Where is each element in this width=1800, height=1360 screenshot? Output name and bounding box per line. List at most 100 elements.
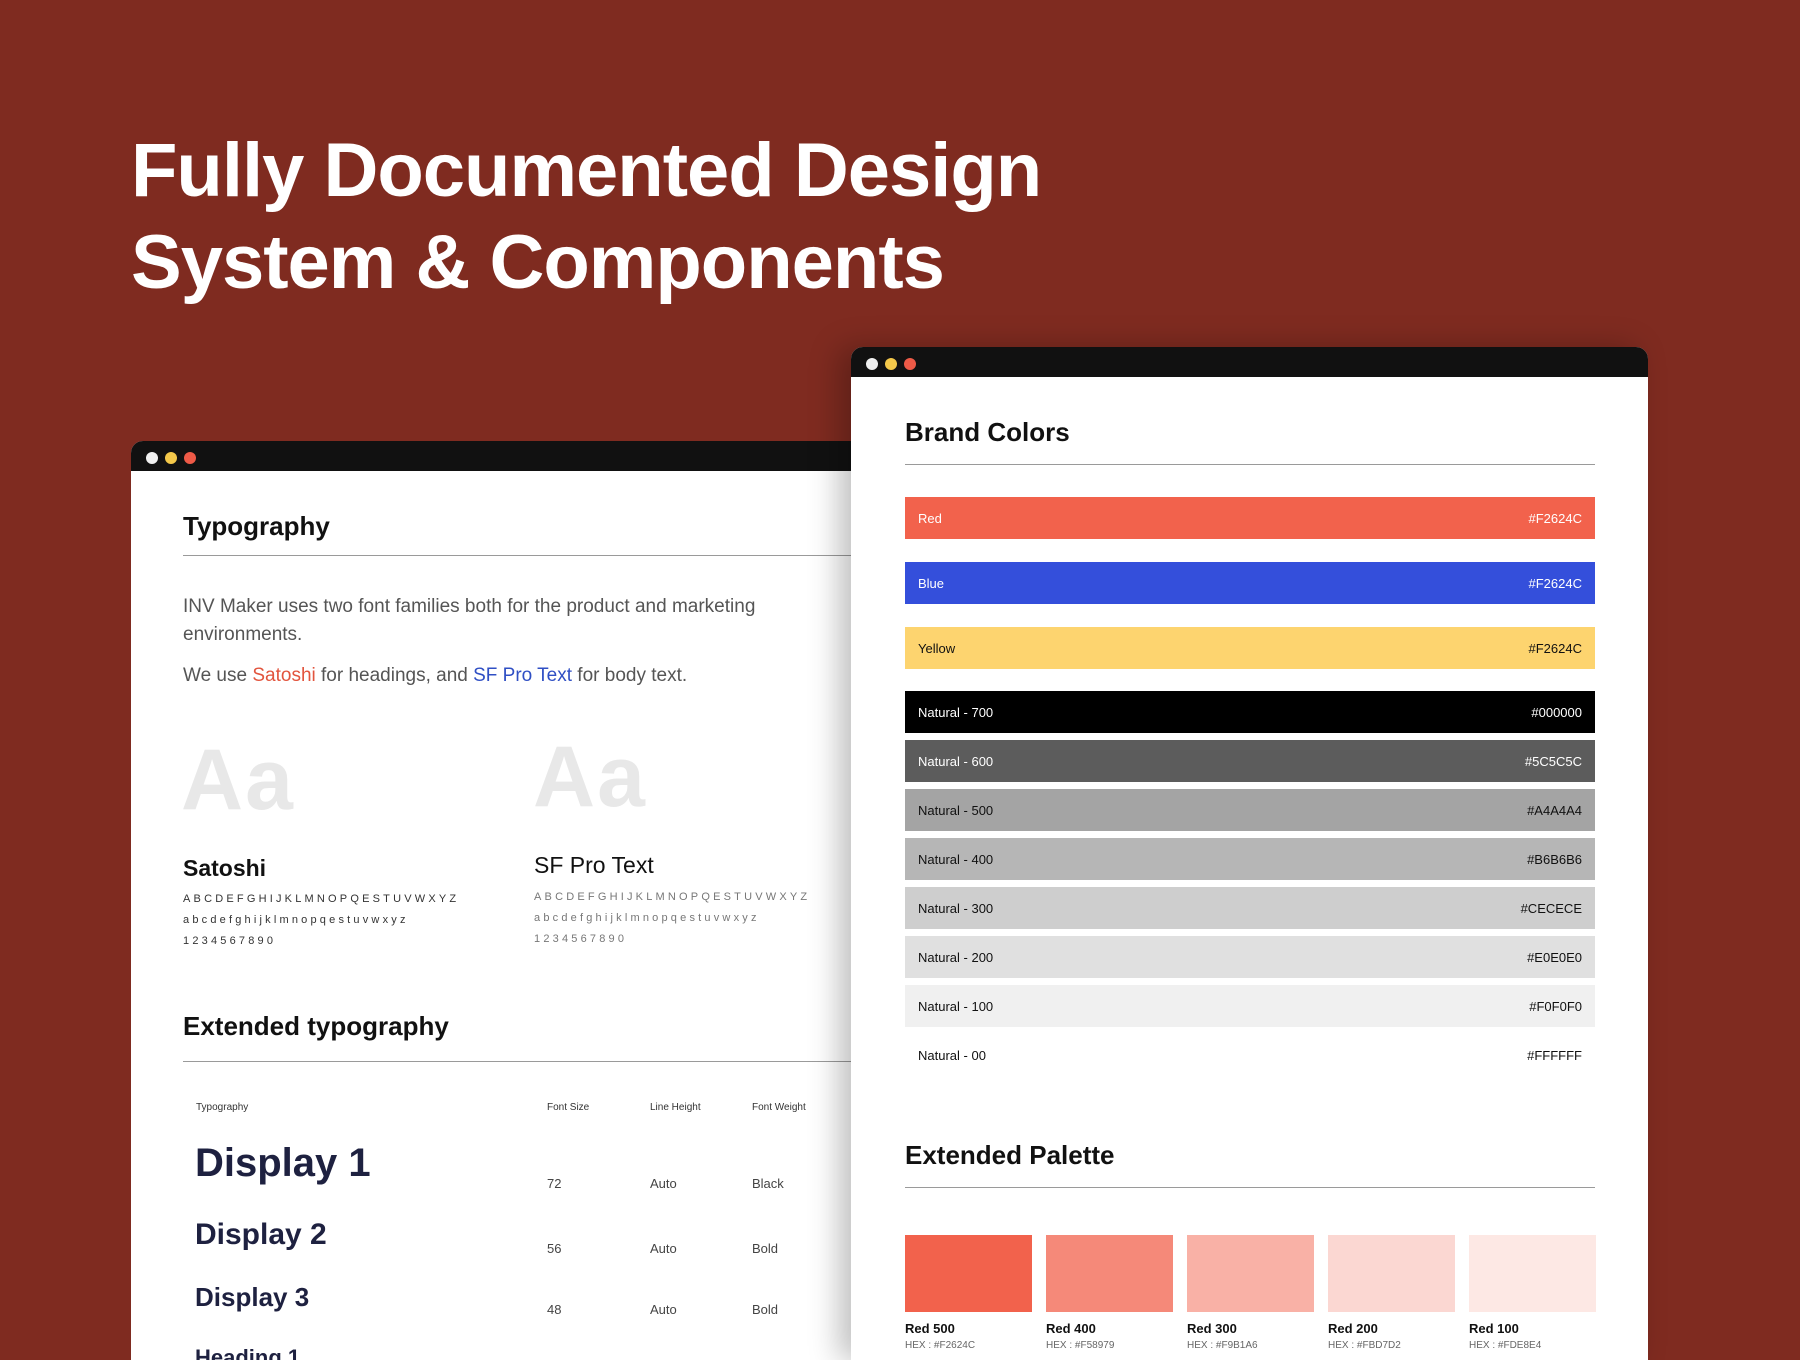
type-sample-heading-1: Heading 1 bbox=[195, 1345, 301, 1360]
font-specimen: Aa bbox=[533, 729, 647, 825]
glyphs-lower: abcdefghijklmnopqestuvwxyz bbox=[534, 912, 760, 924]
usage-text: We use bbox=[183, 665, 253, 686]
type-sample-display-1: Display 1 bbox=[195, 1141, 371, 1185]
palette-swatch-red-300[interactable] bbox=[1187, 1235, 1314, 1312]
glyphs-upper: ABCDEFGHIJKLMNOPQESTUVWXYZ bbox=[534, 891, 811, 903]
swatch-name: Natural - 700 bbox=[918, 704, 994, 720]
color-swatch-natural-00[interactable]: Natural - 00 #FFFFFF bbox=[905, 1034, 1595, 1076]
swatch-name: Red bbox=[918, 510, 942, 526]
window-dot-icon[interactable] bbox=[146, 452, 158, 464]
window-dot-icon[interactable] bbox=[904, 358, 916, 370]
color-swatch-natural-300[interactable]: Natural - 300 #CECECE bbox=[905, 887, 1595, 929]
extended-palette-title: Extended Palette bbox=[905, 1140, 1115, 1170]
palette-swatch-red-400[interactable] bbox=[1046, 1235, 1173, 1312]
glyphs-digits: 1234567890 bbox=[534, 933, 628, 945]
usage-text: for headings, and bbox=[315, 665, 474, 686]
body-font-name: SF Pro Text bbox=[473, 665, 573, 686]
table-header: Typography bbox=[196, 1102, 249, 1113]
table-cell: Auto bbox=[650, 1241, 677, 1256]
table-cell: 72 bbox=[547, 1176, 562, 1191]
table-cell: Auto bbox=[650, 1176, 677, 1191]
typography-title: Typography bbox=[183, 511, 330, 541]
hero-title: Fully Documented Design System & Compone… bbox=[131, 125, 1131, 309]
color-swatch-natural-400[interactable]: Natural - 400 #B6B6B6 bbox=[905, 838, 1595, 880]
table-cell: 48 bbox=[547, 1302, 562, 1317]
type-sample-display-3: Display 3 bbox=[195, 1282, 310, 1312]
section-divider bbox=[905, 1187, 1595, 1188]
swatch-hex: #F2624C bbox=[1528, 640, 1582, 656]
swatch-hex: #A4A4A4 bbox=[1527, 802, 1582, 818]
color-swatch-blue[interactable]: Blue #F2624C bbox=[905, 562, 1595, 604]
palette-hex: HEX : #F9B1A6 bbox=[1187, 1340, 1258, 1351]
swatch-name: Natural - 300 bbox=[918, 900, 994, 916]
swatch-name: Natural - 500 bbox=[918, 802, 994, 818]
swatch-name: Natural - 00 bbox=[918, 1047, 986, 1063]
swatch-hex: #B6B6B6 bbox=[1527, 851, 1582, 867]
color-swatch-natural-100[interactable]: Natural - 100 #F0F0F0 bbox=[905, 985, 1595, 1027]
table-header: Font Weight bbox=[752, 1102, 806, 1113]
table-cell: Black bbox=[752, 1176, 784, 1191]
palette-swatch-red-500[interactable] bbox=[905, 1235, 1032, 1312]
window-titlebar bbox=[851, 347, 1648, 377]
section-divider bbox=[183, 555, 891, 556]
palette-name: Red 300 bbox=[1187, 1321, 1237, 1336]
swatch-name: Natural - 400 bbox=[918, 851, 994, 867]
section-divider bbox=[183, 1061, 891, 1062]
brand-colors-window: Brand Colors Red #F2624C Blue #F2624C Ye… bbox=[851, 347, 1648, 1360]
swatch-hex: #F0F0F0 bbox=[1529, 998, 1582, 1014]
swatch-hex: #FFFFFF bbox=[1527, 1047, 1582, 1063]
table-header: Line Height bbox=[650, 1102, 701, 1113]
swatch-name: Natural - 600 bbox=[918, 753, 994, 769]
extended-typography-title: Extended typography bbox=[183, 1011, 449, 1041]
color-swatch-natural-200[interactable]: Natural - 200 #E0E0E0 bbox=[905, 936, 1595, 978]
usage-text: for body text. bbox=[572, 665, 688, 686]
hero-title-line-1: Fully Documented Design bbox=[131, 128, 1042, 213]
palette-hex: HEX : #FDE8E4 bbox=[1469, 1340, 1542, 1351]
palette-hex: HEX : #FBD7D2 bbox=[1328, 1340, 1401, 1351]
glyph-set: ABCDEFGHIJKLMNOPQESTUVWXYZ abcdefghijklm… bbox=[183, 889, 459, 952]
table-cell: Auto bbox=[650, 1302, 677, 1317]
swatch-name: Natural - 200 bbox=[918, 949, 994, 965]
section-divider bbox=[905, 464, 1595, 465]
hero-title-line-2: System & Components bbox=[131, 220, 945, 305]
swatch-hex: #F2624C bbox=[1528, 510, 1582, 526]
glyphs-digits: 1234567890 bbox=[183, 935, 277, 947]
font-name-sf-pro-text: SF Pro Text bbox=[534, 852, 654, 878]
swatch-hex: #F2624C bbox=[1528, 575, 1582, 591]
font-name-satoshi: Satoshi bbox=[183, 855, 267, 881]
color-swatch-natural-500[interactable]: Natural - 500 #A4A4A4 bbox=[905, 789, 1595, 831]
palette-name: Red 200 bbox=[1328, 1321, 1378, 1336]
color-swatch-natural-600[interactable]: Natural - 600 #5C5C5C bbox=[905, 740, 1595, 782]
swatch-hex: #E0E0E0 bbox=[1527, 949, 1582, 965]
window-dot-icon[interactable] bbox=[866, 358, 878, 370]
palette-swatch-red-200[interactable] bbox=[1328, 1235, 1455, 1312]
window-dot-icon[interactable] bbox=[184, 452, 196, 464]
glyphs-lower: abcdefghijklmnopqestuvwxyz bbox=[183, 914, 409, 926]
palette-name: Red 100 bbox=[1469, 1321, 1519, 1336]
color-swatch-yellow[interactable]: Yellow #F2624C bbox=[905, 627, 1595, 669]
palette-hex: HEX : #F58979 bbox=[1046, 1340, 1115, 1351]
typography-window: Typography INV Maker uses two font famil… bbox=[131, 441, 891, 1360]
color-swatch-natural-700[interactable]: Natural - 700 #000000 bbox=[905, 691, 1595, 733]
window-dot-icon[interactable] bbox=[165, 452, 177, 464]
swatch-name: Natural - 100 bbox=[918, 998, 994, 1014]
glyphs-upper: ABCDEFGHIJKLMNOPQESTUVWXYZ bbox=[183, 893, 460, 905]
table-cell: Bold bbox=[752, 1302, 779, 1317]
table-header: Font Size bbox=[547, 1102, 590, 1113]
palette-hex: HEX : #F2624C bbox=[905, 1340, 976, 1351]
brand-colors-title: Brand Colors bbox=[905, 417, 1070, 447]
palette-swatch-red-100[interactable] bbox=[1469, 1235, 1596, 1312]
swatch-hex: #5C5C5C bbox=[1524, 753, 1582, 769]
window-dot-icon[interactable] bbox=[885, 358, 897, 370]
font-specimen: Aa bbox=[181, 732, 295, 828]
swatch-name: Yellow bbox=[918, 640, 956, 656]
palette-name: Red 500 bbox=[905, 1321, 955, 1336]
heading-font-name: Satoshi bbox=[252, 665, 316, 686]
swatch-name: Blue bbox=[918, 575, 945, 591]
typography-intro: INV Maker uses two font families both fo… bbox=[183, 596, 756, 645]
window-titlebar bbox=[131, 441, 891, 471]
glyph-set: ABCDEFGHIJKLMNOPQESTUVWXYZ abcdefghijklm… bbox=[534, 887, 810, 950]
typography-usage: We use Satoshi for headings, and SF Pro … bbox=[183, 662, 823, 690]
color-swatch-red[interactable]: Red #F2624C bbox=[905, 497, 1595, 539]
type-sample-display-2: Display 2 bbox=[195, 1218, 327, 1251]
